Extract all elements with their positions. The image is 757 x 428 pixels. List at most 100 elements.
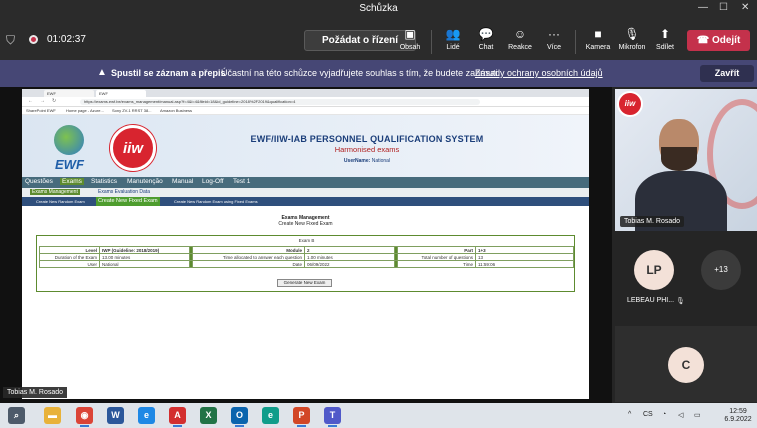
wifi-icon[interactable]: ◔ xyxy=(662,411,666,418)
powerpoint-icon[interactable]: P xyxy=(293,407,310,427)
meeting-toolbar: ⛉ 01:02:37 Požádat o řízení ▣ Obsah 👥 Li… xyxy=(0,20,757,60)
back-icon[interactable]: ← xyxy=(28,98,33,104)
browser-tabs: EWF EWF xyxy=(22,89,589,97)
microphone-button[interactable]: 🎙 Mikrofon xyxy=(615,26,649,51)
bookmark-item[interactable]: Home page - Azure... xyxy=(66,108,104,113)
edge2-icon[interactable]: e xyxy=(262,407,279,424)
shared-screen: EWF EWF ← → ↻ https://exams.ewf.be/exams… xyxy=(0,87,612,403)
menu-item-statistics[interactable]: Statistics xyxy=(91,178,117,185)
system-title: EWF/IIW-IAB PERSONNEL QUALIFICATION SYST… xyxy=(250,134,484,144)
participant-name: LEBEAU PHI... xyxy=(627,297,675,304)
privacy-link[interactable]: Zásady ochrany osobních údajů xyxy=(475,68,603,78)
menu-item-questoes[interactable]: Questões xyxy=(25,178,53,185)
content-button[interactable]: ▣ Obsah xyxy=(393,26,427,51)
share-icon: ⬆ xyxy=(659,27,671,41)
forward-icon[interactable]: → xyxy=(40,98,45,104)
toolbar-divider xyxy=(575,30,576,54)
more-participants-button[interactable]: +13 xyxy=(701,250,741,290)
reload-icon[interactable]: ↻ xyxy=(52,98,56,104)
recording-icon xyxy=(29,35,38,44)
menu-item-manutencao[interactable]: Manutenção xyxy=(127,178,163,185)
username-display: UserName: National xyxy=(343,158,391,164)
mic-off-icon: 🎙 xyxy=(624,27,640,41)
windows-taskbar: ⌕ ▬ ◉ W e A X O e P T ^ CS ◔ ◁ ▭ 12:59 6… xyxy=(0,403,757,428)
minimize-icon[interactable]: — xyxy=(698,2,708,13)
menu-item-test[interactable]: Test 1 xyxy=(233,178,250,185)
tab-exams-management[interactable]: Exams Management xyxy=(30,189,80,195)
url-input[interactable]: https://exams.ewf.be/exams_management/ma… xyxy=(80,99,480,105)
table-row: User National Date 06/09/2022 Time 11:59… xyxy=(39,260,574,268)
battery-icon[interactable]: ▭ xyxy=(694,411,701,419)
system-subtitle: Harmonised exams xyxy=(334,145,400,154)
acrobat-icon[interactable]: A xyxy=(169,407,186,427)
menu-item-logoff[interactable]: Log-Off xyxy=(202,178,224,185)
hangup-icon: ☎ xyxy=(696,35,710,46)
leave-button[interactable]: ☎ Odejít xyxy=(687,30,750,51)
close-window-icon[interactable]: ✕ xyxy=(741,2,749,13)
chat-icon: 💬 xyxy=(478,27,494,41)
create-fixed-exam-link[interactable]: Create New Fixed Exam xyxy=(96,197,160,206)
avatar[interactable]: LP xyxy=(634,250,674,290)
sub-menu: Exams Management Exams Evaluation Data xyxy=(22,188,589,197)
presenter-beard xyxy=(661,147,697,171)
volume-icon[interactable]: ◁ xyxy=(678,411,683,419)
bookmark-item[interactable]: Sony ZV-1 RRST 38... xyxy=(112,108,152,113)
banner-text: Účastní na této schůzce vyjadřujete souh… xyxy=(221,68,501,78)
tab-exams-evaluation[interactable]: Exams Evaluation Data xyxy=(98,189,150,195)
people-icon: 👥 xyxy=(445,27,461,41)
more-icon: ··· xyxy=(548,27,560,41)
create-random-exam-link[interactable]: Create New Random Exam xyxy=(36,199,85,204)
camera-button[interactable]: ■ Kamera xyxy=(581,26,615,51)
shared-browser-window: EWF EWF ← → ↻ https://exams.ewf.be/exams… xyxy=(22,89,589,399)
speaker-name-tag: Tobias M. Rosado xyxy=(3,387,68,398)
menu-item-manual[interactable]: Manual xyxy=(172,178,193,185)
generate-exam-button[interactable]: Generate New Exam xyxy=(277,279,332,287)
address-bar-row: ← → ↻ https://exams.ewf.be/exams_managem… xyxy=(22,97,589,107)
teams-icon[interactable]: T xyxy=(324,407,341,427)
ewf-logo: EWF xyxy=(50,125,90,173)
exam-info-table: Level IWP (Guideline: 2018/2019) Module … xyxy=(39,246,574,268)
content-icon: ▣ xyxy=(404,27,416,41)
create-random-from-fixed-link[interactable]: Create New Random Exam using Fixed Exams xyxy=(174,199,258,204)
window-title: Schůzka xyxy=(359,3,398,14)
toolbar-divider xyxy=(431,30,432,54)
chrome-icon[interactable]: ◉ xyxy=(76,407,93,427)
system-clock[interactable]: 12:59 6.9.2022 xyxy=(720,408,756,424)
menu-item-exams[interactable]: Exams xyxy=(60,178,84,185)
outlook-icon[interactable]: O xyxy=(231,407,248,427)
excel-icon[interactable]: X xyxy=(200,407,217,424)
warning-icon: ▲ xyxy=(97,67,107,78)
maximize-icon[interactable]: ☐ xyxy=(719,2,728,13)
bookmark-item[interactable]: Amazon Business xyxy=(160,108,192,113)
page-subtitle: Create New Fixed Exam xyxy=(278,221,333,227)
exam-actions-bar: Create New Random Exam Create New Fixed … xyxy=(22,197,589,206)
edge-icon[interactable]: e xyxy=(138,407,155,424)
table-row: Duration of the Exam 13.00 minutes Time … xyxy=(39,253,574,261)
chat-button[interactable]: 💬 Chat xyxy=(469,26,503,51)
table-row: Level IWP (Guideline: 2018/2019) Module … xyxy=(39,246,574,254)
browser-tab[interactable]: EWF xyxy=(44,90,94,97)
people-button[interactable]: 👥 Lidé xyxy=(436,26,470,51)
ewf-header: EWF iiw EWF/IIW-IAB PERSONNEL QUALIFICAT… xyxy=(22,115,589,177)
camera-off-icon: ■ xyxy=(594,27,602,41)
explorer-icon[interactable]: ▬ xyxy=(44,407,61,424)
search-icon[interactable]: ⌕ xyxy=(8,407,25,424)
more-button[interactable]: ··· Více xyxy=(537,26,571,51)
exam-caption: Exam B xyxy=(298,238,315,243)
browser-tab[interactable]: EWF xyxy=(96,90,146,97)
chevron-up-icon[interactable]: ^ xyxy=(628,411,631,418)
iiw-logo: iiw xyxy=(110,125,156,171)
language-indicator[interactable]: CS xyxy=(643,411,653,418)
presenter-name-tag: Tobias M. Rosado xyxy=(620,216,685,227)
reactions-icon: ☺ xyxy=(513,27,527,41)
reactions-button[interactable]: ☺ Reakce xyxy=(503,26,537,51)
presenter-video: iiw xyxy=(615,89,757,231)
shield-icon[interactable]: ⛉ xyxy=(6,33,15,48)
share-button[interactable]: ⬆ Sdílet xyxy=(648,26,682,51)
banner-close-button[interactable]: Zavřít xyxy=(700,65,754,82)
word-icon[interactable]: W xyxy=(107,407,124,424)
mic-off-icon: 🎙 xyxy=(676,298,685,305)
bookmark-item[interactable]: SharePoint EWF xyxy=(26,108,56,113)
avatar[interactable]: C xyxy=(668,347,704,383)
recording-banner: ▲ Spustil se záznam a přepis Účastní na … xyxy=(0,60,757,87)
